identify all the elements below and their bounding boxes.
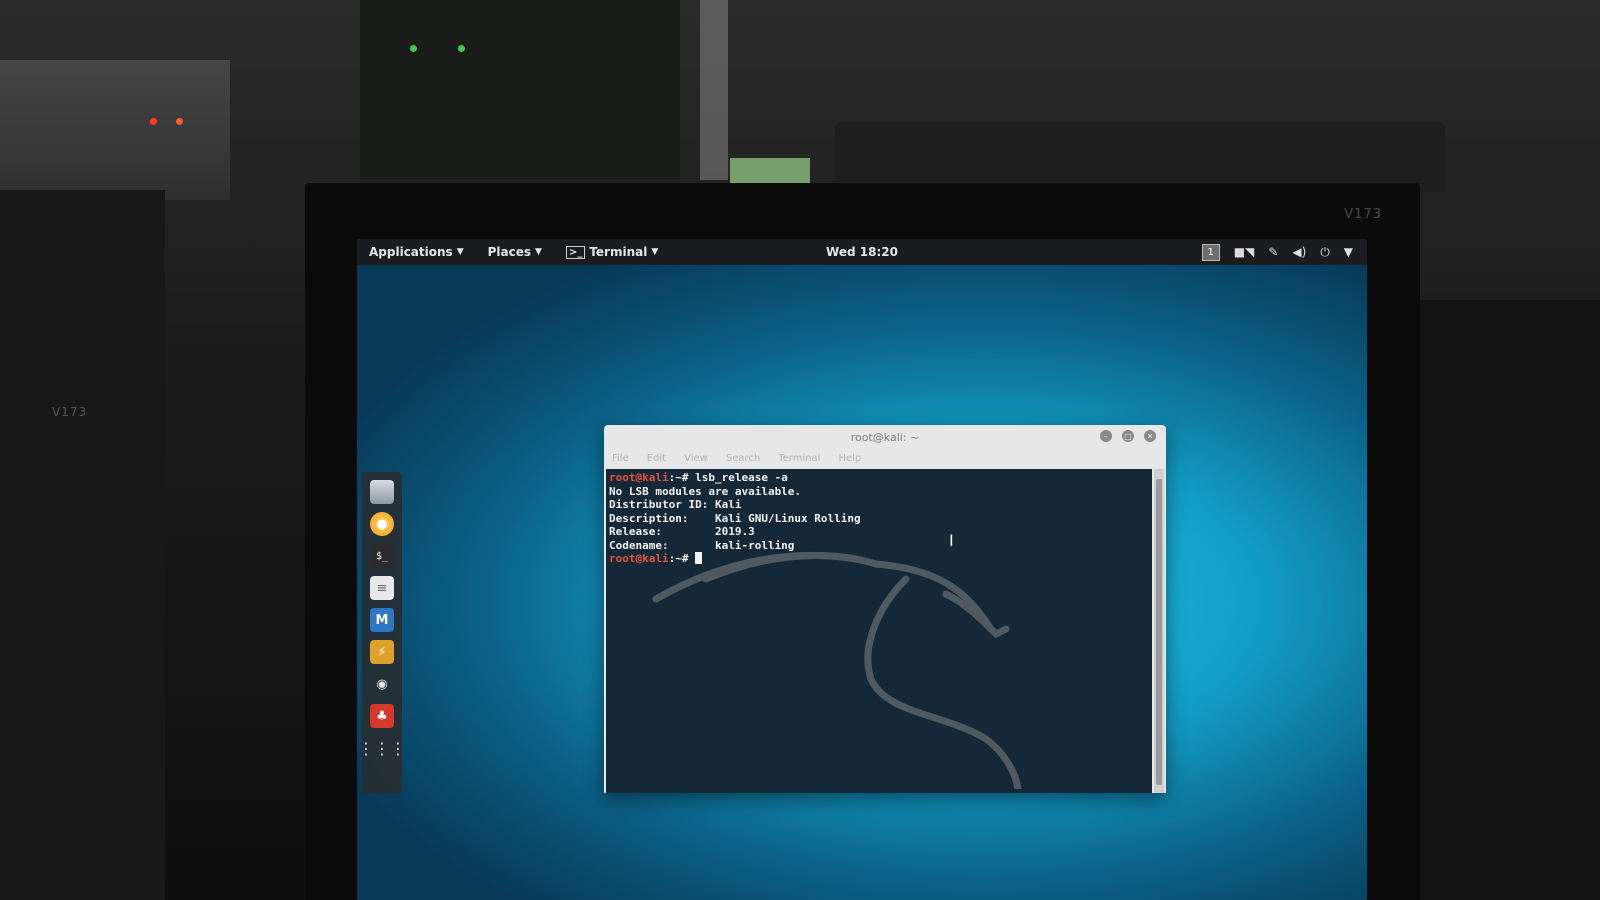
desktop-screen: Applications ▼ Places ▼ >_ Terminal ▼ We… [357,239,1367,900]
terminal-line: Description: Kali GNU/Linux Rolling [609,511,861,525]
dock: ● $_ ≡ M ⚡ ◉ ♣ ⋮⋮⋮ [358,472,406,794]
chevron-down-icon[interactable]: ▼ [1344,245,1353,259]
status-led [176,118,183,125]
video-camera-icon[interactable]: ■◥ [1234,245,1255,259]
burpsuite-icon[interactable]: ⚡ [370,640,394,664]
chevron-down-icon: ▼ [535,247,542,257]
close-button[interactable]: ✕ [1144,430,1156,442]
status-led [458,45,465,52]
left-monitor-model: V173 [52,405,88,419]
terminal-line: No LSB modules are available. [609,484,802,498]
terminal-icon[interactable]: $_ [370,544,394,568]
pen-icon[interactable]: ✎ [1268,245,1278,259]
top-panel: Applications ▼ Places ▼ >_ Terminal ▼ We… [357,239,1367,265]
chevron-down-icon: ▼ [456,247,464,257]
terminal-text: root@kali:~# lsb_release -a No LSB module… [606,469,1152,566]
terminal-line: root@kali:~# [609,552,1152,566]
status-led [150,118,157,125]
terminal-line: root@kali:~# lsb_release -a [609,471,1152,485]
scrollbar-thumb[interactable] [1156,479,1162,785]
terminal-output[interactable]: root@kali:~# lsb_release -a No LSB module… [606,469,1152,793]
applications-label: Applications [369,245,453,259]
ibeam-cursor-icon: I [949,531,954,550]
clock-text[interactable]: Wed 18:20 [826,245,898,259]
terminal-line: Distributor ID: Kali [609,498,742,511]
terminal-titlebar[interactable]: root@kali: ~ – □ ✕ [604,425,1166,449]
maltego-icon[interactable]: ◉ [370,672,394,696]
menu-view[interactable]: View [684,453,708,464]
volume-icon[interactable]: ◀) [1292,245,1306,259]
app-grid-icon[interactable]: ⋮⋮⋮ [358,736,406,760]
terminal-app-menu[interactable]: >_ Terminal ▼ [554,245,670,259]
menu-search[interactable]: Search [726,453,760,464]
places-label: Places [487,245,532,259]
terminal-app-label: Terminal [589,245,648,259]
cherrytree-icon[interactable]: ♣ [370,704,394,728]
chevron-down-icon: ▼ [651,247,659,257]
status-led [410,45,417,52]
background-shelf [0,60,230,200]
menu-help[interactable]: Help [838,453,861,464]
system-tray: 1 ■◥ ✎ ◀) ⏻ ▼ [1201,239,1353,265]
menu-edit[interactable]: Edit [647,453,666,464]
right-monitor [1420,300,1600,900]
minimize-button[interactable]: – [1100,430,1112,442]
workspace-indicator[interactable]: 1 [1201,243,1220,261]
notes-icon[interactable]: ≡ [370,576,394,600]
files-icon[interactable] [370,480,394,504]
metasploit-icon[interactable]: M [370,608,394,632]
firefox-icon[interactable]: ● [370,512,394,536]
left-monitor: V173 [0,190,165,900]
background-light [730,158,810,186]
command-text: :~# lsb_release -a [668,471,788,484]
text-cursor [695,552,703,564]
main-monitor: V173 Applications ▼ Places ▼ >_ Terminal… [305,183,1420,900]
monitor-model-label: V173 [1344,207,1382,222]
terminal-line: Codename: kali-rolling [609,538,795,552]
prompt-user: root@kali [609,552,669,565]
background-monitor [835,122,1445,192]
terminal-title: root@kali: ~ [850,430,920,444]
terminal-menubar: File Edit View Search Terminal Help [604,449,1166,467]
terminal-scrollbar[interactable] [1154,469,1164,793]
prompt-user: root@kali [609,471,669,484]
terminal-window[interactable]: root@kali: ~ – □ ✕ File Edit View Search… [604,425,1166,793]
terminal-line: Release: 2019.3 [609,525,755,538]
background-pillar [700,0,728,180]
window-controls: – □ ✕ [1100,430,1156,442]
menu-file[interactable]: File [612,453,629,464]
power-icon[interactable]: ⏻ [1320,245,1330,260]
places-menu[interactable]: Places ▼ [476,245,554,259]
applications-menu[interactable]: Applications ▼ [357,245,476,259]
terminal-small-icon: >_ [565,245,586,259]
menu-terminal[interactable]: Terminal [778,453,820,464]
maximize-button[interactable]: □ [1122,430,1134,442]
prompt-text: :~# [668,552,696,565]
background-server-rack [360,0,680,180]
